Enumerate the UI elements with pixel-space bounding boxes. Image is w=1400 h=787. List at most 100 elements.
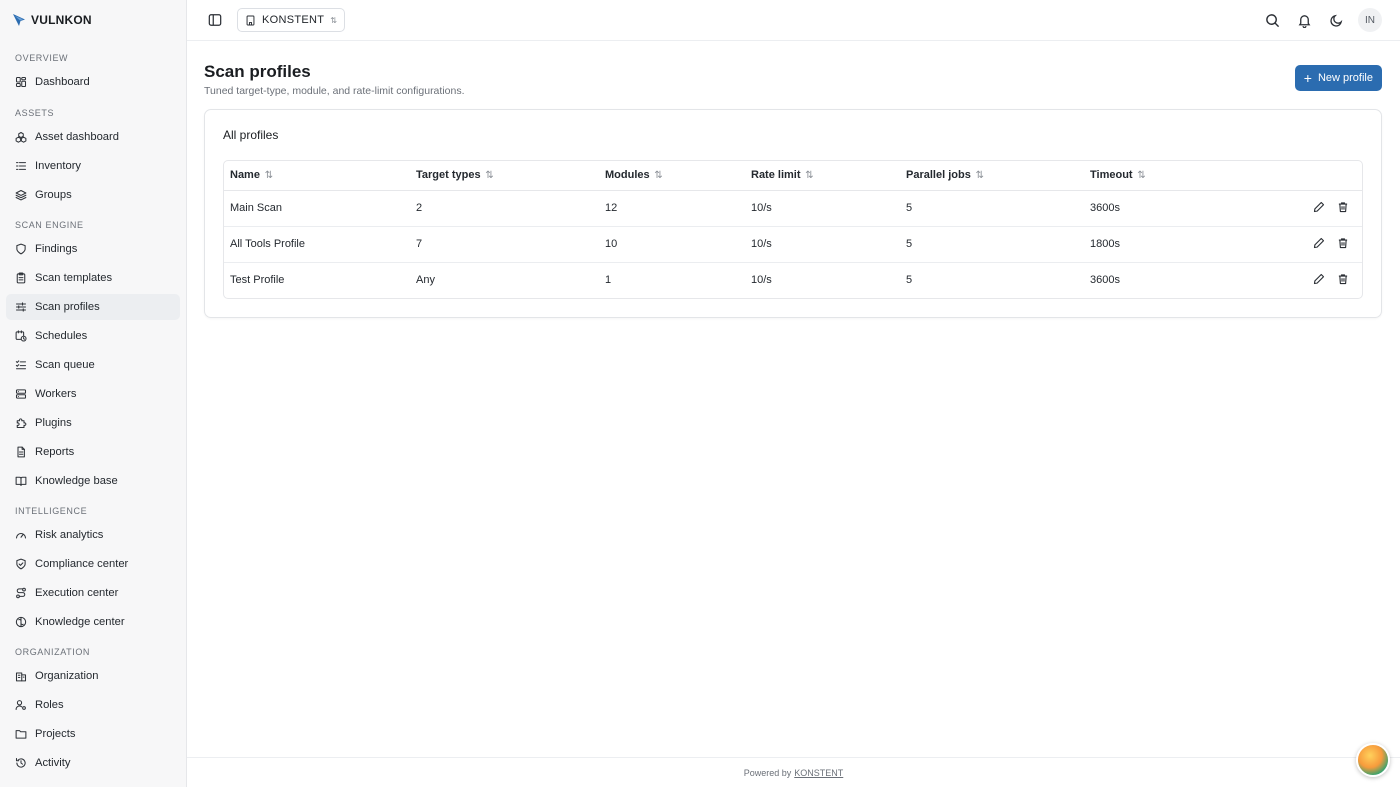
- nav-section-intelligence: INTELLIGENCE Risk analytics Compliance cen…: [0, 504, 186, 635]
- nav-section-scan-engine: SCAN ENGINE Findings Scan templates Scan pr…: [0, 218, 186, 494]
- column-header-name[interactable]: Name ⇅: [224, 161, 410, 191]
- pencil-icon: [1313, 201, 1325, 213]
- nav-section-title: OVERVIEW: [15, 53, 69, 63]
- cell-rate-limit: 10/s: [751, 274, 772, 287]
- page-content: Scan profiles Tuned target-type, module,…: [187, 41, 1400, 318]
- sidebar-item-knowledge-base[interactable]: Knowledge base: [6, 468, 180, 494]
- sidebar-item-compliance-center[interactable]: Compliance center: [6, 551, 180, 577]
- sidebar-item-plugins[interactable]: Plugins: [6, 410, 180, 436]
- sidebar-item-activity[interactable]: Activity: [6, 750, 180, 776]
- cell-name: Test Profile: [230, 274, 285, 287]
- sidebar-item-organization[interactable]: Organization: [6, 663, 180, 689]
- sort-icon: ⇅: [651, 170, 663, 182]
- nav-section-title: ORGANIZATION: [15, 647, 91, 657]
- edit-button[interactable]: [1312, 200, 1326, 214]
- sidebar-item-label: Risk analytics: [35, 529, 104, 541]
- user-cog-icon: [15, 699, 27, 711]
- nav-section-assets: ASSETS Asset dashboard Inventory Groups: [0, 106, 186, 208]
- table-row[interactable]: All Tools Profile 7 10 10/s 5 1800s: [224, 226, 1362, 263]
- sidebar-item-execution-center[interactable]: Execution center: [6, 580, 180, 606]
- sidebar-item-label: Activity: [35, 757, 71, 769]
- card-title: All profiles: [223, 128, 279, 142]
- table-body: Main Scan 2 12 10/s 5 3600s All Tools Profile 7…: [224, 190, 1362, 298]
- new-profile-button[interactable]: + New profile: [1294, 65, 1382, 91]
- sidebar-item-label: Groups: [35, 189, 72, 201]
- cell-target-types: 2: [410, 190, 599, 227]
- edit-button[interactable]: [1312, 272, 1326, 286]
- shield-icon: [15, 243, 27, 255]
- moon-icon: [1329, 14, 1342, 27]
- sidebar-item-label: Execution center: [35, 587, 119, 599]
- brand[interactable]: VULNKON: [0, 0, 186, 40]
- boxes-icon: [15, 131, 27, 143]
- delete-button[interactable]: [1336, 200, 1350, 214]
- column-header-timeout[interactable]: Timeout ⇅: [1084, 161, 1204, 191]
- page-title: Scan profiles: [204, 62, 311, 81]
- sidebar-item-scan-queue[interactable]: Scan queue: [6, 352, 180, 378]
- sidebar-item-label: Findings: [35, 243, 78, 255]
- panel-left-icon: [208, 14, 222, 26]
- sidebar-item-schedules[interactable]: Schedules: [6, 323, 180, 349]
- column-header-rate-limit[interactable]: Rate limit ⇅: [745, 161, 900, 191]
- sidebar-item-inventory[interactable]: Inventory: [6, 153, 180, 179]
- sidebar-item-knowledge-center[interactable]: Knowledge center: [6, 609, 180, 635]
- sidebar-item-projects[interactable]: Projects: [6, 721, 180, 747]
- delete-button[interactable]: [1336, 236, 1350, 250]
- sidebar-item-label: Schedules: [35, 330, 88, 342]
- folder-icon: [15, 728, 27, 740]
- footer-link[interactable]: KONSTENT: [794, 768, 843, 778]
- org-switcher[interactable]: KONSTENT ⇅: [237, 8, 346, 32]
- nav-section-title: INTELLIGENCE: [15, 506, 88, 516]
- column-header-parallel-jobs[interactable]: Parallel jobs ⇅: [900, 161, 1084, 191]
- topbar-actions: IN: [1262, 8, 1382, 32]
- sidebar-item-label: Scan templates: [35, 272, 113, 284]
- theme-toggle-button[interactable]: [1326, 10, 1346, 30]
- file-text-icon: [15, 446, 27, 458]
- table-row[interactable]: Main Scan 2 12 10/s 5 3600s: [224, 190, 1362, 227]
- sidebar-item-risk-analytics[interactable]: Risk analytics: [6, 522, 180, 548]
- sidebar-toggle-button[interactable]: [205, 10, 225, 30]
- sidebar-item-groups[interactable]: Groups: [6, 182, 180, 208]
- sidebar-item-workers[interactable]: Workers: [6, 381, 180, 407]
- sidebar-item-roles[interactable]: Roles: [6, 692, 180, 718]
- sidebar-item-asset-dashboard[interactable]: Asset dashboard: [6, 124, 180, 150]
- brand-logo-icon: [12, 13, 26, 27]
- cell-name: All Tools Profile: [224, 226, 410, 263]
- sidebar-item-reports[interactable]: Reports: [6, 439, 180, 465]
- page-subtitle: Tuned target-type, module, and rate-limi…: [204, 85, 465, 97]
- sidebar-item-label: Scan profiles: [35, 301, 100, 313]
- nav-section-organization: ORGANIZATION Organization Roles Projects Act…: [0, 645, 186, 776]
- trash-icon: [1338, 202, 1348, 213]
- column-header-label: Timeout: [1090, 169, 1133, 182]
- column-header-modules[interactable]: Modules ⇅: [599, 161, 745, 191]
- column-header-target-types[interactable]: Target types ⇅: [410, 161, 599, 191]
- chevrons-up-down-icon: ⇅: [330, 15, 338, 25]
- sidebar-item-label: Dashboard: [35, 76, 90, 88]
- sidebar-item-dashboard[interactable]: Dashboard: [6, 69, 180, 95]
- brain-icon: [15, 616, 27, 628]
- notifications-button[interactable]: [1294, 10, 1314, 30]
- delete-button[interactable]: [1336, 272, 1350, 286]
- user-avatar[interactable]: IN: [1358, 8, 1382, 32]
- sliders-icon: [15, 301, 27, 313]
- calendar-clock-icon: [15, 330, 27, 342]
- bell-icon: [1298, 14, 1310, 28]
- search-button[interactable]: [1262, 10, 1282, 30]
- edit-button[interactable]: [1312, 236, 1326, 250]
- sidebar-item-findings[interactable]: Findings: [6, 236, 180, 262]
- cell-timeout: 3600s: [1090, 274, 1120, 287]
- cell-modules: 1: [605, 274, 612, 287]
- search-icon: [1265, 13, 1279, 27]
- sidebar-item-scan-profiles[interactable]: Scan profiles: [6, 294, 180, 320]
- layers-icon: [15, 189, 27, 201]
- floating-assistant-button[interactable]: [1356, 743, 1390, 777]
- list-checks-icon: [15, 359, 27, 371]
- sidebar-item-label: Plugins: [35, 417, 72, 429]
- cell-timeout: 1800s: [1084, 226, 1204, 263]
- nav-section-title: ASSETS: [15, 108, 55, 118]
- sidebar-item-label: Reports: [35, 446, 75, 458]
- table-row[interactable]: Test Profile Any 1 10/s 5 3600s: [224, 262, 1362, 298]
- sidebar-item-scan-templates[interactable]: Scan templates: [6, 265, 180, 291]
- route-icon: [15, 587, 27, 599]
- table-header-row: Name ⇅ Target types ⇅ Modules ⇅ Rate limit …: [224, 161, 1362, 191]
